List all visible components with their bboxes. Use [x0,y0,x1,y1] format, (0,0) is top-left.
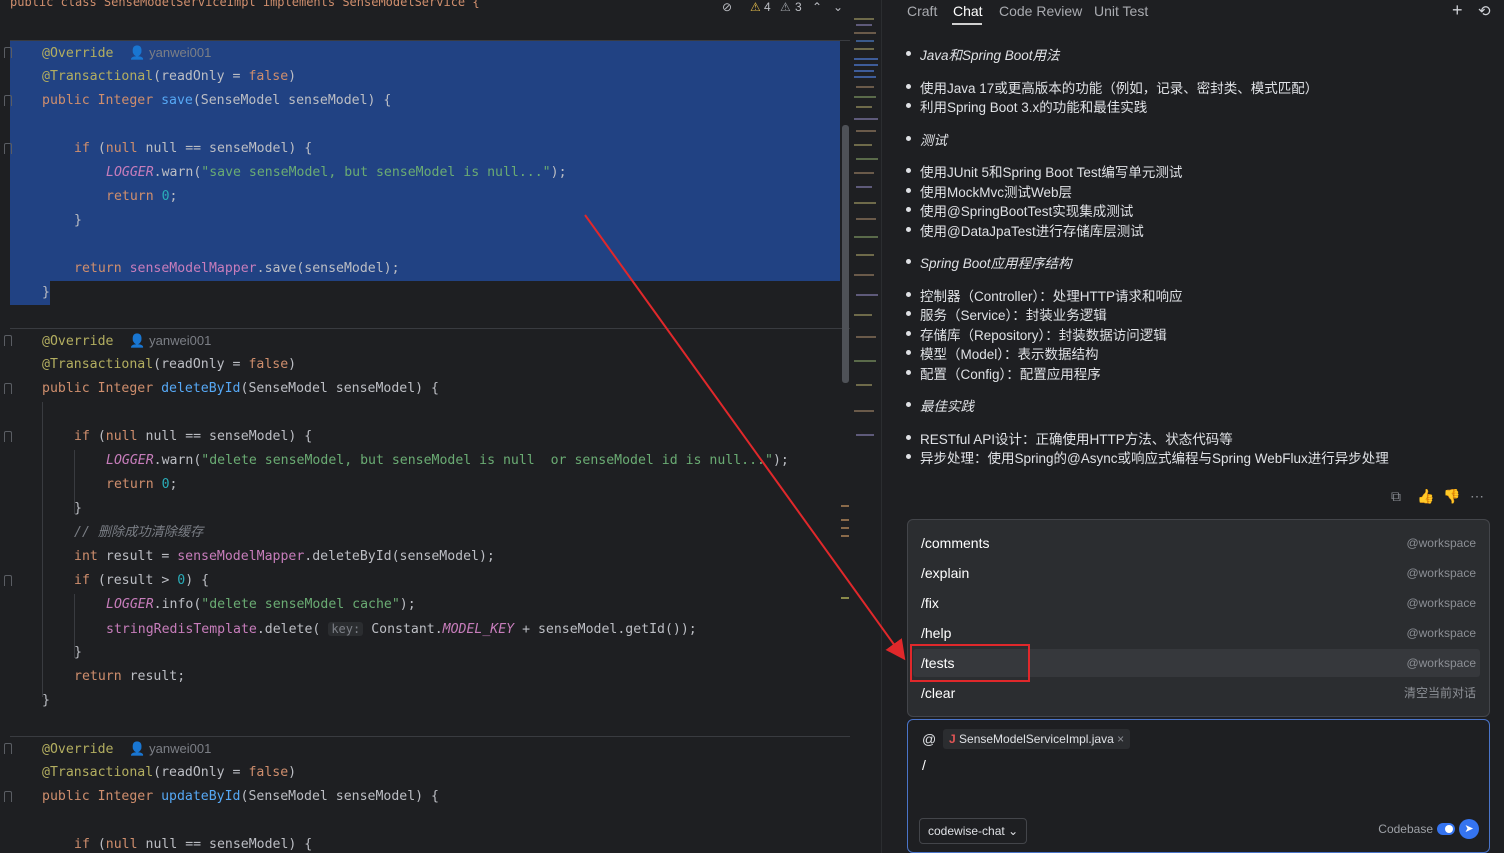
annotation-arrow [584,214,906,661]
